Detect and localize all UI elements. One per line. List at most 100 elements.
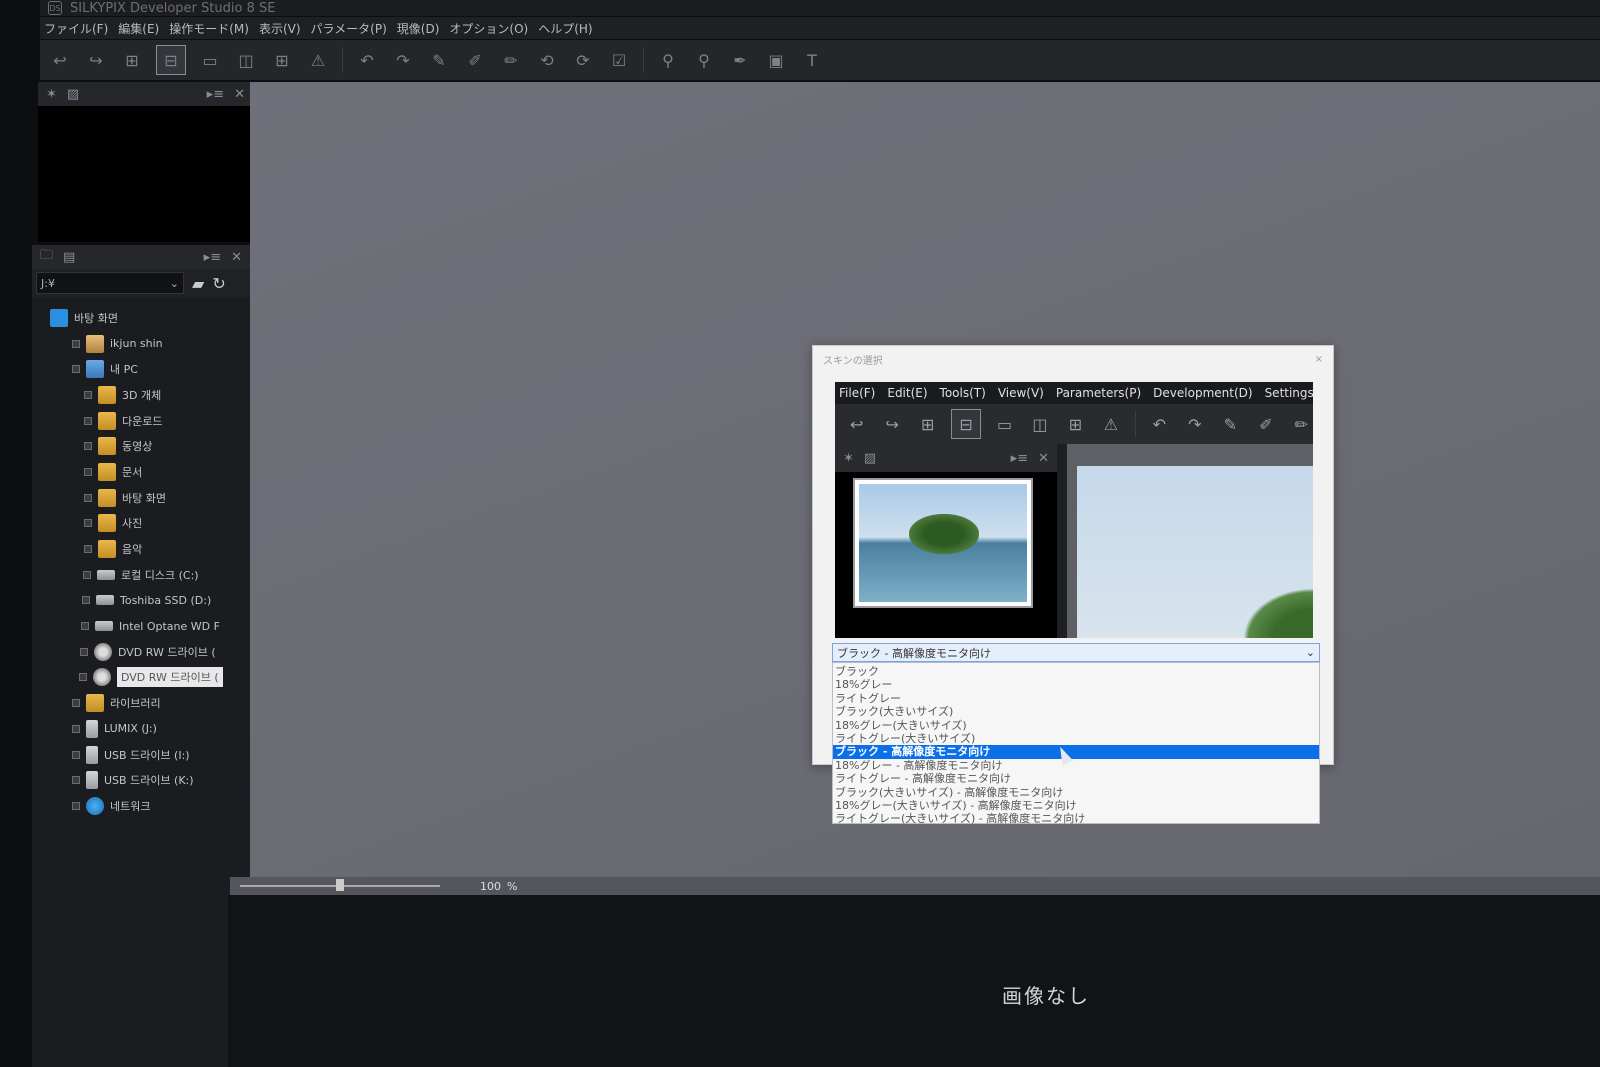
eraser-icon[interactable]: ✏: [499, 48, 523, 72]
menu-file[interactable]: ファイル(F): [44, 20, 108, 37]
expand-icon[interactable]: [72, 365, 80, 374]
tree-item[interactable]: 네트워크: [32, 793, 250, 819]
path-dropdown[interactable]: J:¥ ⌄: [36, 272, 184, 294]
tree-item[interactable]: 사진: [32, 511, 250, 537]
tree-item[interactable]: DVD RW 드라이브 (: [32, 639, 250, 665]
expand-icon[interactable]: [72, 699, 80, 708]
tree-item[interactable]: DVD RW 드라이브 (: [32, 665, 250, 691]
menu-options[interactable]: オプション(O): [449, 20, 528, 37]
expand-icon[interactable]: [84, 493, 92, 502]
check-icon[interactable]: ☑: [607, 48, 631, 72]
tree-item[interactable]: 라이브러리: [32, 690, 250, 716]
zoom-slider[interactable]: [240, 879, 440, 891]
warning-icon[interactable]: ⚠: [306, 48, 330, 72]
tree-item[interactable]: 3D 개체: [32, 382, 250, 408]
tree-item[interactable]: 문서: [32, 459, 250, 485]
menu-edit[interactable]: 編集(E): [118, 20, 159, 37]
expand-icon[interactable]: [83, 570, 91, 579]
expand-icon[interactable]: [84, 519, 92, 528]
dropper-icon[interactable]: ✎: [427, 48, 451, 72]
list-icon[interactable]: ▤: [63, 250, 75, 265]
expand-icon[interactable]: [84, 545, 92, 554]
pin-icon[interactable]: ✶: [46, 87, 57, 102]
histogram-icon[interactable]: ▨: [67, 87, 79, 102]
expand-icon[interactable]: [72, 339, 80, 348]
tree-item[interactable]: USB 드라이브 (K:): [32, 767, 250, 793]
desktop-icon: [50, 308, 68, 327]
menu-development[interactable]: 現像(D): [397, 20, 440, 37]
forward-icon[interactable]: ↪: [84, 48, 108, 72]
skin-option[interactable]: ライトグレー - 高解像度モニタ向け: [833, 772, 1319, 785]
text-tool-icon[interactable]: T: [800, 48, 824, 72]
panel-menu-icon[interactable]: ▸≡: [204, 250, 221, 265]
grid-view-icon: ⊞: [920, 414, 935, 434]
expand-icon[interactable]: [84, 416, 92, 425]
back-icon[interactable]: ↩: [48, 48, 72, 72]
expand-icon[interactable]: [72, 750, 80, 759]
rotate-left-icon[interactable]: ⟲: [535, 48, 559, 72]
dropper-icon: ✎: [1223, 414, 1238, 434]
tree-item[interactable]: Intel Optane WD F: [32, 613, 250, 639]
expand-icon[interactable]: [79, 673, 87, 682]
close-icon[interactable]: ✕: [234, 87, 245, 102]
folder-icon[interactable]: 🗀: [40, 246, 53, 268]
single-view-icon[interactable]: ▭: [198, 48, 222, 72]
refresh-icon[interactable]: ↻: [212, 274, 225, 293]
dialog-close-icon[interactable]: ×: [1315, 354, 1323, 365]
tree-item[interactable]: 바탕 화면: [32, 305, 250, 331]
pen-icon[interactable]: ✒: [728, 48, 752, 72]
expand-icon[interactable]: [84, 467, 92, 476]
skin-option[interactable]: 18%グレー(大きいサイズ) - 高解像度モニタ向け: [833, 799, 1319, 812]
stamp-alt-icon[interactable]: ⚲: [692, 48, 716, 72]
tree-item[interactable]: Toshiba SSD (D:): [32, 588, 250, 614]
tree-item-label: USB 드라이브 (K:): [104, 774, 194, 788]
grid-view-icon[interactable]: ⊞: [120, 48, 144, 72]
skin-option[interactable]: ブラック(大きいサイズ) - 高解像度モニタ向け: [833, 786, 1319, 799]
expand-icon[interactable]: [80, 647, 88, 656]
monitor-icon[interactable]: ▣: [764, 48, 788, 72]
brush-icon[interactable]: ✐: [463, 48, 487, 72]
expand-icon[interactable]: [72, 776, 80, 785]
multi-view-icon[interactable]: ⊞: [270, 48, 294, 72]
close-icon[interactable]: ✕: [231, 250, 242, 265]
expand-icon[interactable]: [81, 622, 89, 631]
skin-option[interactable]: ライトグレー: [833, 692, 1319, 705]
rotate-right-icon[interactable]: ⟳: [571, 48, 595, 72]
tree-item[interactable]: 동영상: [32, 433, 250, 459]
panel-menu-icon[interactable]: ▸≡: [207, 87, 224, 102]
skin-option[interactable]: 18%グレー - 高解像度モニタ向け: [833, 759, 1319, 772]
menu-view[interactable]: 表示(V): [259, 20, 301, 37]
tree-item[interactable]: 음악: [32, 536, 250, 562]
new-folder-icon[interactable]: ▰: [192, 274, 204, 293]
skin-dropdown[interactable]: ブラック - 高解像度モニタ向け ⌄: [832, 643, 1320, 662]
tree-item[interactable]: ikjun shin: [32, 331, 250, 357]
tree-item[interactable]: 다운로드: [32, 408, 250, 434]
menu-help[interactable]: ヘルプ(H): [538, 20, 592, 37]
tree-item[interactable]: 로컬 디스크 (C:): [32, 562, 250, 588]
menu-parameters[interactable]: パラメータ(P): [311, 20, 387, 37]
skin-option[interactable]: 18%グレー: [833, 678, 1319, 691]
expand-icon[interactable]: [72, 724, 80, 733]
compare-view-icon[interactable]: ◫: [234, 48, 258, 72]
skin-option[interactable]: ライトグレー(大きいサイズ) - 高解像度モニタ向け: [833, 812, 1319, 825]
stamp-icon[interactable]: ⚲: [656, 48, 680, 72]
skin-option[interactable]: 18%グレー(大きいサイズ): [833, 719, 1319, 732]
expand-icon[interactable]: [72, 801, 80, 810]
tree-item[interactable]: 바탕 화면: [32, 485, 250, 511]
redo-icon[interactable]: ↷: [391, 48, 415, 72]
skin-option[interactable]: ライトグレー(大きいサイズ): [833, 732, 1319, 745]
menu-mode[interactable]: 操作モード(M): [169, 20, 249, 37]
expand-icon[interactable]: [84, 442, 92, 451]
expand-icon[interactable]: [84, 390, 92, 399]
zoom-value[interactable]: 100: [480, 880, 501, 893]
tree-item[interactable]: 내 PC: [32, 356, 250, 382]
skin-option[interactable]: ブラック: [833, 665, 1319, 678]
skin-option[interactable]: ブラック(大きいサイズ): [833, 705, 1319, 718]
skin-option[interactable]: ブラック - 高解像度モニタ向け: [833, 745, 1319, 759]
zoom-slider-thumb[interactable]: [336, 879, 344, 891]
expand-icon[interactable]: [82, 596, 90, 605]
filmstrip-view-icon[interactable]: ⊟: [156, 45, 186, 75]
tree-item[interactable]: LUMIX (J:): [32, 716, 250, 742]
tree-item[interactable]: USB 드라이브 (I:): [32, 742, 250, 768]
undo-icon[interactable]: ↶: [355, 48, 379, 72]
